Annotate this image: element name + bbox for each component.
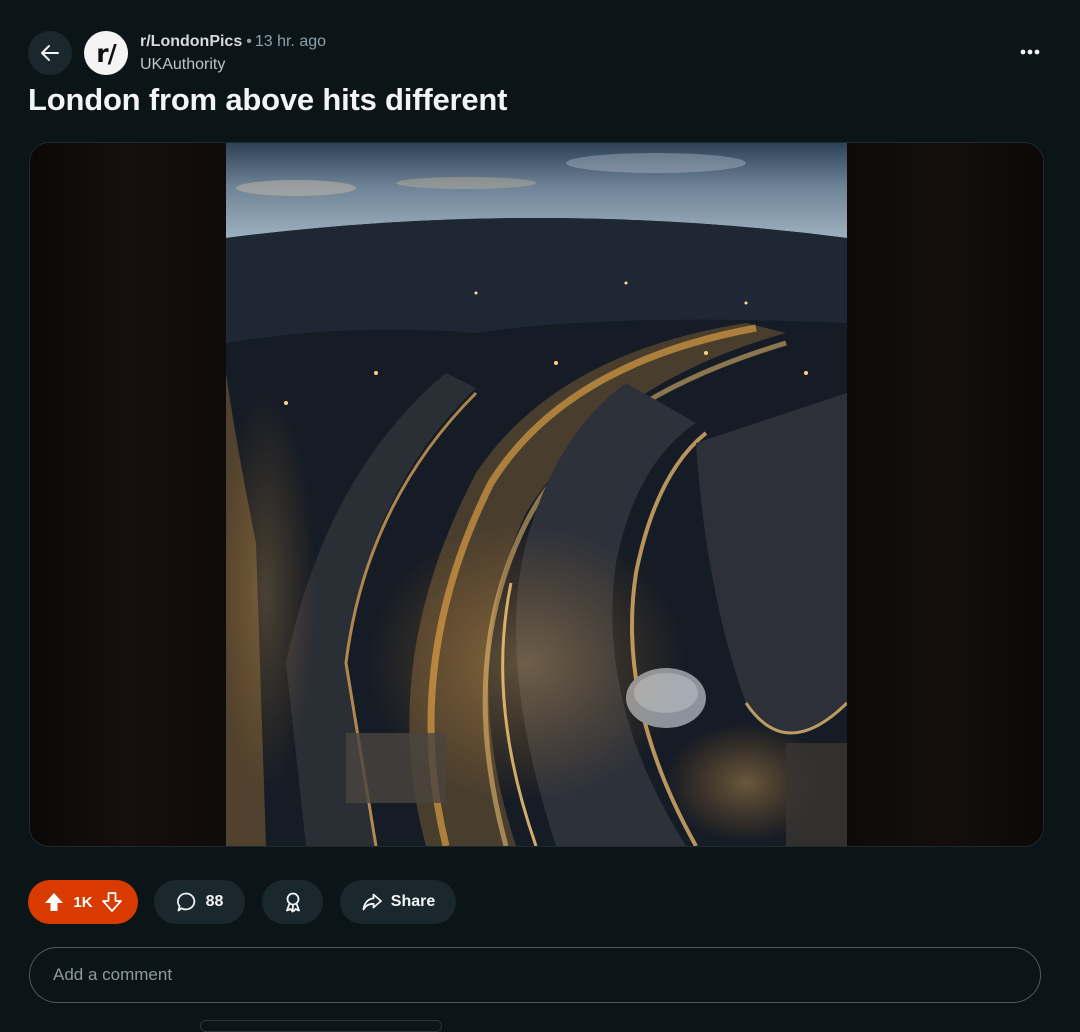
post-meta: r/LondonPics • 13 hr. ago xyxy=(140,33,326,51)
post-age: 13 hr. ago xyxy=(254,33,327,50)
meta-separator: • xyxy=(246,33,252,50)
share-button[interactable]: Share xyxy=(340,880,456,924)
ellipsis-icon xyxy=(1020,49,1040,55)
comment-input[interactable]: Add a comment xyxy=(29,947,1041,1003)
speech-bubble-icon xyxy=(176,892,195,912)
share-label: Share xyxy=(390,893,436,910)
subreddit-avatar[interactable]: r/ xyxy=(84,31,128,75)
arrow-left-icon xyxy=(41,45,59,61)
comment-count: 88 xyxy=(205,893,224,910)
vote-pill: 1K xyxy=(28,880,138,924)
vote-count: 1K xyxy=(73,893,93,911)
downvote-outline-icon[interactable] xyxy=(101,891,123,913)
post-title: London from above hits different xyxy=(28,82,508,117)
back-button[interactable] xyxy=(28,31,72,75)
author-link[interactable]: UKAuthority xyxy=(140,56,225,74)
media-blur-right xyxy=(846,143,1043,846)
award-button[interactable] xyxy=(262,880,323,924)
media-container[interactable] xyxy=(29,142,1044,847)
comments-button[interactable]: 88 xyxy=(154,880,245,924)
comment-placeholder: Add a comment xyxy=(53,965,173,984)
award-ribbon-icon xyxy=(285,892,300,913)
more-options-button[interactable] xyxy=(1010,36,1050,68)
subreddit-link[interactable]: r/LondonPics xyxy=(140,33,242,50)
upvote-filled-icon[interactable] xyxy=(43,891,65,913)
share-arrow-icon xyxy=(362,893,382,911)
media-blur-left xyxy=(30,143,227,846)
sort-control-partial[interactable] xyxy=(200,1020,442,1032)
post-image[interactable] xyxy=(226,143,847,846)
